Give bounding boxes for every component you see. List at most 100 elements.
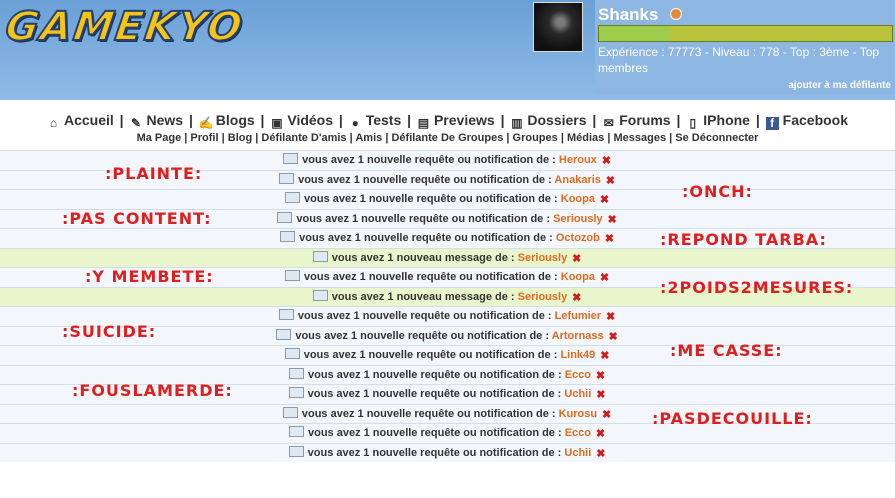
add-to-scroller-link[interactable]: ajouter à ma défilante <box>788 80 891 91</box>
notification-text: vous avez 1 nouvelle requête ou notifica… <box>307 427 562 439</box>
nav-label: IPhone <box>703 112 750 128</box>
nav-tests[interactable]: ● Tests <box>349 112 402 130</box>
subnav-groupes[interactable]: Groupes <box>513 132 558 144</box>
nav-label: Forums <box>619 112 671 128</box>
sender-link[interactable]: Uchii <box>564 388 591 400</box>
envelope-icon <box>288 445 304 457</box>
notification-text: vous avez 1 nouvelle requête ou notifica… <box>307 446 562 459</box>
nav-blogs[interactable]: ✍ Blogs <box>199 112 255 130</box>
nav-facebook[interactable]: f Facebook <box>765 112 849 130</box>
xp-bar <box>598 25 893 42</box>
delete-icon[interactable]: ✖ <box>571 253 582 265</box>
message-row: vous avez 1 nouveau message de : Serious… <box>0 247 895 267</box>
subnav-profil[interactable]: Profil <box>190 132 218 144</box>
notification-row: vous avez 1 nouvelle requête ou notifica… <box>0 189 895 209</box>
delete-icon[interactable]: ✖ <box>607 214 618 226</box>
delete-icon[interactable]: ✖ <box>595 390 606 401</box>
sender-link[interactable]: Ecco <box>565 369 591 381</box>
sender-link[interactable]: Ecco <box>565 427 591 439</box>
envelope-icon <box>285 192 301 203</box>
medal-icon: ● <box>351 116 359 130</box>
nav-previews[interactable]: ▤ Previews <box>417 112 495 130</box>
sender-link[interactable]: Koopa <box>561 193 595 205</box>
subnav-d-filante-d-amis[interactable]: Défilante D'amis <box>261 132 346 144</box>
delete-icon[interactable]: ✖ <box>571 292 582 304</box>
notification-row: vous avez 1 nouvelle requête ou notifica… <box>0 442 895 462</box>
delete-icon[interactable]: ✖ <box>595 448 606 460</box>
notification-text: vous avez 1 nouveau message de : <box>331 290 515 303</box>
nav-separator: | <box>115 112 128 128</box>
delete-icon[interactable]: ✖ <box>605 175 616 187</box>
nav-accueil[interactable]: ⌂ Accueil <box>47 112 114 130</box>
envelope-icon <box>285 270 301 281</box>
notification-text: vous avez 1 nouvelle requête ou notifica… <box>304 271 558 283</box>
notification-text: vous avez 1 nouvelle requête ou notifica… <box>304 193 558 205</box>
notification-text: vous avez 1 nouvelle requête ou notifica… <box>295 329 550 342</box>
nav-label: Previews <box>433 112 495 128</box>
sender-link[interactable]: Anakaris <box>554 174 600 186</box>
speech-icon: ✉ <box>603 116 614 130</box>
nav-dossiers[interactable]: ▥ Dossiers <box>510 112 586 130</box>
subnav-separator: | <box>503 132 513 144</box>
sticker-repond-tarba: :REPOND TARBA: <box>660 230 827 249</box>
delete-icon[interactable]: ✖ <box>595 370 606 382</box>
envelope-icon <box>312 289 328 301</box>
sender-link[interactable]: Koopa <box>561 271 595 283</box>
delete-icon[interactable]: ✖ <box>608 331 619 343</box>
nav-iphone[interactable]: ▯ IPhone <box>686 112 750 130</box>
subnav-d-filante-de-groupes[interactable]: Défilante De Groupes <box>391 132 503 144</box>
sticker-y-membete: :Y MEMBETE: <box>85 267 214 286</box>
nav-separator: | <box>335 112 347 128</box>
main-nav: ⌂ Accueil | ✎ News | ✍ Blogs | ▣ Vidéos | ● T… <box>0 112 895 130</box>
nav-label: Vidéos <box>287 112 334 128</box>
delete-icon[interactable]: ✖ <box>599 351 610 362</box>
delete-icon[interactable]: ✖ <box>595 429 606 440</box>
sender-link[interactable]: Lefumier <box>555 310 601 322</box>
subnav-m-dias[interactable]: Médias <box>567 132 604 144</box>
nav-separator: | <box>403 112 415 128</box>
sender-link[interactable]: Octozob <box>556 232 600 244</box>
sticker-me-casse: :ME CASSE: <box>670 341 783 360</box>
subnav-se-d-connecter[interactable]: Se Déconnecter <box>675 132 758 144</box>
envelope-icon <box>288 367 304 379</box>
sender-link[interactable]: Uchii <box>564 447 591 459</box>
sender-link[interactable]: Heroux <box>559 154 597 166</box>
delete-icon[interactable]: ✖ <box>605 312 616 323</box>
notification-text: vous avez 1 nouvelle requête ou notifica… <box>299 232 553 244</box>
gamekyo-logo[interactable]: GAMEKYO <box>2 3 248 51</box>
notification-text: vous avez 1 nouvelle requête ou notifica… <box>296 212 551 225</box>
sender-link[interactable]: Artornass <box>552 330 604 342</box>
user-stats: Expérience : 77773 - Niveau : 778 - Top … <box>598 45 880 75</box>
subnav-ma-page[interactable]: Ma Page <box>137 132 182 144</box>
avatar[interactable] <box>533 2 583 52</box>
notification-text: vous avez 1 nouvelle requête ou notifica… <box>307 368 562 381</box>
sender-link[interactable]: Link49 <box>560 349 595 361</box>
subnav-amis[interactable]: Amis <box>355 132 382 144</box>
sticker-onch: :ONCH: <box>682 182 753 201</box>
nav-forums[interactable]: ✉ Forums <box>602 112 671 130</box>
nav-separator: | <box>672 112 685 128</box>
delete-icon[interactable]: ✖ <box>601 156 612 167</box>
delete-icon[interactable]: ✖ <box>599 195 610 206</box>
delete-icon[interactable]: ✖ <box>601 409 612 421</box>
sender-link[interactable]: Kurosu <box>559 408 598 420</box>
sticker-pas-content: :PAS CONTENT: <box>62 209 212 228</box>
envelope-icon <box>283 153 299 164</box>
username[interactable]: Shanks <box>598 5 658 25</box>
nav-label: Facebook <box>782 112 849 128</box>
subnav-blog[interactable]: Blog <box>228 132 252 144</box>
nav-vid-os[interactable]: ▣ Vidéos <box>270 112 334 130</box>
envelope-icon <box>277 211 293 223</box>
envelope-icon <box>280 231 296 242</box>
sender-link[interactable]: Seriously <box>518 291 568 303</box>
nav-separator: | <box>496 112 509 128</box>
nav-label: Tests <box>365 112 402 128</box>
sender-link[interactable]: Seriously <box>553 213 603 225</box>
delete-icon[interactable]: ✖ <box>599 273 610 284</box>
subnav-messages[interactable]: Messages <box>613 132 666 144</box>
delete-icon[interactable]: ✖ <box>604 234 615 245</box>
facebook-icon: f <box>765 117 779 130</box>
sender-link[interactable]: Seriously <box>518 252 568 264</box>
doc-icon: ▤ <box>417 116 430 130</box>
nav-news[interactable]: ✎ News <box>129 112 183 130</box>
